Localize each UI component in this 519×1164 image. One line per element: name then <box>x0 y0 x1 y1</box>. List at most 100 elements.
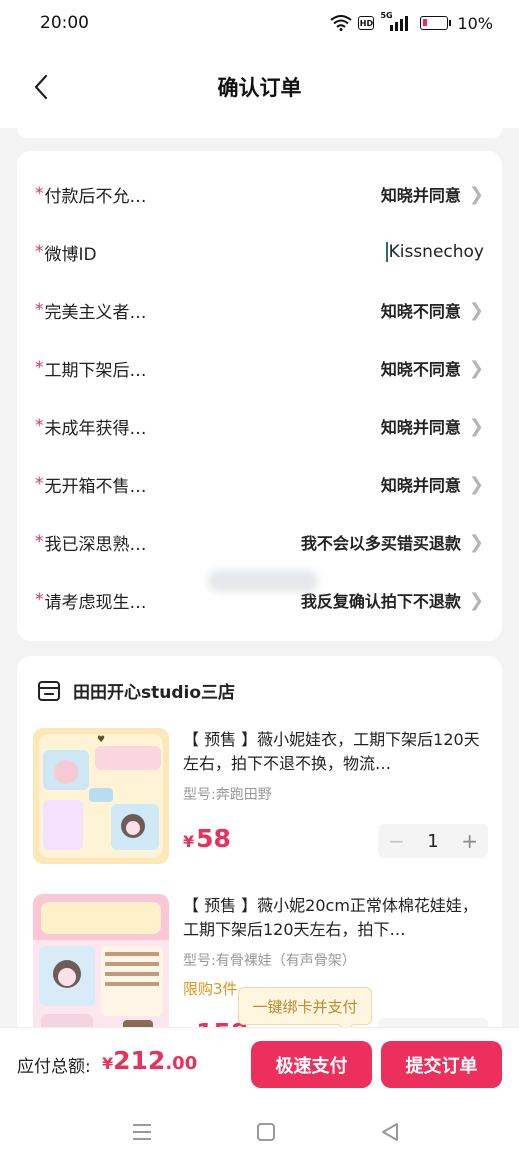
shop-name: 田田开心studio三店 <box>73 683 236 703</box>
chevron-right-icon: ❯ <box>468 183 484 205</box>
form-row-label: * 微博ID <box>35 240 97 265</box>
purchase-limit: 限购3件 <box>183 980 238 998</box>
product-title: 【 预售 】薇小妮娃衣，工期下架后120天左右，拍下不退不换，物流… <box>183 730 480 773</box>
label-text: 未成年获得… <box>44 418 147 439</box>
value-text: 知晓并同意 <box>380 418 461 437</box>
label-text: 完美主义者… <box>44 302 147 323</box>
order-terms-card: * 付款后不允… 知晓并同意 ❯ * 微博ID Kissnechoy * 完美主义者… … <box>17 151 502 641</box>
label-text: 请考虑现生… <box>44 592 147 613</box>
form-row[interactable]: * 付款后不允… 知晓并同意 ❯ <box>17 165 502 223</box>
required-mark: * <box>35 590 44 610</box>
required-mark: * <box>35 416 44 436</box>
form-row-label: * 无开箱不售… <box>35 472 147 497</box>
form-row[interactable]: * 微博ID Kissnechoy <box>17 223 502 281</box>
back-triangle-icon[interactable] <box>380 1121 400 1143</box>
network-type: 5G <box>380 11 393 20</box>
bind-card-tooltip[interactable]: 一键绑卡并支付 <box>238 987 372 1025</box>
required-mark: * <box>35 532 44 552</box>
signal-icon: 5G <box>380 11 409 31</box>
form-row-label: * 我已深思熟… <box>35 530 147 555</box>
submit-order-button[interactable]: 提交订单 <box>381 1041 502 1088</box>
navbar: 确认订单 <box>0 46 519 128</box>
status-time: 20:00 <box>40 13 89 33</box>
form-row-label: * 付款后不允… <box>35 182 147 207</box>
battery-icon <box>420 16 452 30</box>
product-item[interactable]: ♥ 【 预售 】薇小妮娃衣，工期下架后120天左右，拍下不退不换，物流… 型号:… <box>33 728 488 866</box>
required-mark: * <box>35 300 44 320</box>
product-spec: 型号:奔跑田野 <box>183 787 272 803</box>
text-cursor <box>385 242 388 262</box>
chevron-left-icon <box>34 74 48 100</box>
weibo-id-input[interactable]: Kissnechoy <box>385 242 484 262</box>
battery-level: 10% <box>457 13 493 33</box>
total-amount: ¥212.00 <box>102 1046 197 1075</box>
form-row-value: 我反复确认拍下不退款 ❯ <box>301 588 484 612</box>
value-text: 知晓不同意 <box>380 360 461 379</box>
form-row[interactable]: * 工期下架后… 知晓不同意 ❯ <box>17 339 502 397</box>
product-spec: 型号:有骨裸娃（有声骨架） <box>183 953 356 969</box>
form-row[interactable]: * 未成年获得… 知晓并同意 ❯ <box>17 397 502 455</box>
value-text: 知晓并同意 <box>380 476 461 495</box>
page-title: 确认订单 <box>217 76 302 100</box>
form-row-label: * 工期下架后… <box>35 356 147 381</box>
product-thumbnail[interactable]: ♥ <box>33 728 169 864</box>
total-integer: 212 <box>113 1046 166 1075</box>
required-mark: * <box>35 242 44 262</box>
previous-card-edge <box>17 128 502 138</box>
quantity-value[interactable]: 1 <box>427 831 438 852</box>
minus-button[interactable]: − <box>388 829 405 853</box>
form-row-value: 知晓并同意 ❯ <box>381 414 484 438</box>
back-button[interactable] <box>26 72 56 102</box>
status-bar: 20:00 HD 5G 10% <box>0 0 519 46</box>
form-row-value: 我不会以多买错买退款 ❯ <box>301 530 484 554</box>
chevron-right-icon: ❯ <box>468 531 484 553</box>
form-row-label: * 未成年获得… <box>35 414 147 439</box>
chevron-right-icon: ❯ <box>468 415 484 437</box>
fast-pay-button[interactable]: 极速支付 <box>251 1041 372 1088</box>
total-label: 应付总额: <box>17 1057 91 1077</box>
plus-button[interactable]: + <box>461 829 478 853</box>
svg-text:♥: ♥ <box>97 735 105 745</box>
product-title: 【 预售 】薇小妮20cm正常体棉花娃娃，工期下架后120天左右，拍下… <box>183 896 478 939</box>
price-value: 58 <box>196 824 231 853</box>
shop-header[interactable]: 田田开心studio三店 <box>37 678 235 703</box>
home-icon[interactable] <box>256 1121 276 1143</box>
bottom-bar: 应付总额: ¥212.00 极速支付 提交订单 <box>0 1027 519 1103</box>
label-text: 付款后不允… <box>44 186 147 207</box>
label-text: 我已深思熟… <box>44 534 147 555</box>
redacted-area <box>208 570 318 592</box>
menu-icon[interactable] <box>131 1121 153 1143</box>
chevron-right-icon: ❯ <box>468 473 484 495</box>
form-row-value: 知晓不同意 ❯ <box>381 356 484 380</box>
form-row-label: * 完美主义者… <box>35 298 147 323</box>
value-text: 我不会以多买错买退款 <box>300 534 461 553</box>
chevron-right-icon: ❯ <box>468 299 484 321</box>
required-mark: * <box>35 474 44 494</box>
wifi-icon <box>330 15 353 31</box>
currency-symbol: ¥ <box>102 1054 114 1073</box>
quantity-stepper: − 1 + <box>378 824 488 858</box>
form-row-label: * 请考虑现生… <box>35 588 147 613</box>
status-icons: HD 5G 10% <box>330 11 493 33</box>
chevron-right-icon: ❯ <box>468 589 484 611</box>
required-mark: * <box>35 358 44 378</box>
value-text: Kissnechoy <box>388 242 484 262</box>
label-text: 工期下架后… <box>44 360 147 381</box>
form-row[interactable]: * 完美主义者… 知晓不同意 ❯ <box>17 281 502 339</box>
currency-symbol: ¥ <box>183 832 195 851</box>
value-text: 知晓不同意 <box>380 302 461 321</box>
store-icon <box>38 680 60 701</box>
required-mark: * <box>35 184 44 204</box>
form-row[interactable]: * 无开箱不售… 知晓并同意 ❯ <box>17 455 502 513</box>
form-row-value: 知晓并同意 ❯ <box>381 182 484 206</box>
value-text: 我反复确认拍下不退款 <box>300 592 461 611</box>
system-nav-bar <box>0 1103 519 1164</box>
hd-icon: HD <box>358 16 375 30</box>
form-row-value: 知晓并同意 ❯ <box>381 472 484 496</box>
value-text: 知晓并同意 <box>380 186 461 205</box>
product-price: ¥58 <box>183 824 231 853</box>
chevron-right-icon: ❯ <box>468 357 484 379</box>
total-decimal: .00 <box>165 1053 198 1074</box>
form-row-value: 知晓不同意 ❯ <box>381 298 484 322</box>
form-row[interactable]: * 我已深思熟… 我不会以多买错买退款 ❯ <box>17 513 502 571</box>
